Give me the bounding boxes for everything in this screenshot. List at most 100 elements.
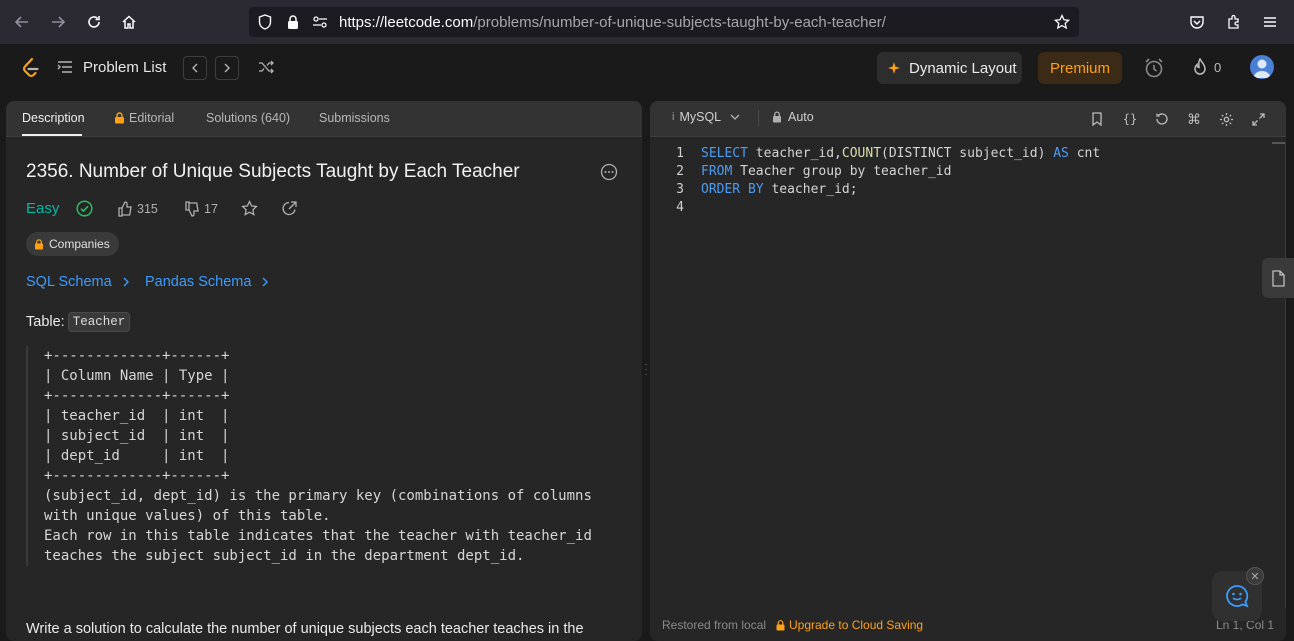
url-text[interactable]: https://leetcode.com/problems/number-of-… [339,14,886,31]
bookmark-star-icon[interactable] [1053,13,1071,31]
auto-mode-label: Auto [788,110,814,124]
editor-toolbar: i MySQL Auto {} ⌘ [650,101,1286,137]
like-button[interactable]: 315 [117,201,158,217]
reset-icon[interactable] [1152,109,1172,129]
code-text: cnt [1068,146,1101,161]
menu-icon[interactable] [1256,8,1284,36]
sql-schema-label: SQL Schema [26,274,112,290]
auto-mode-toggle[interactable]: Auto [772,110,814,124]
line-number: 2 [676,164,684,179]
chat-bot-icon [1226,585,1249,608]
table-label: Table: Teacher [26,312,131,332]
description-tabbar: Description Editorial Solutions (640) Su… [6,101,642,137]
chevron-down-icon [730,114,740,120]
shield-icon[interactable] [256,13,274,31]
bookmark-icon[interactable] [1087,109,1107,129]
shuffle-icon[interactable] [258,60,274,79]
sql-schema-link[interactable]: SQL Schema [26,274,130,290]
alarm-clock-icon[interactable] [1143,57,1165,84]
pandas-schema-link[interactable]: Pandas Schema [145,274,269,290]
schema-line: Each row in this table indicates that th… [44,528,592,544]
address-bar[interactable]: https://leetcode.com/problems/number-of-… [249,7,1079,37]
code-line-1[interactable]: SELECT teacher_id,COUNT(DISTINCT subject… [701,145,1100,163]
dynamic-layout-label: Dynamic Layout [909,59,1017,77]
format-code-icon[interactable]: {} [1120,109,1140,129]
code-line-3[interactable]: ORDER BY teacher_id; [701,181,858,199]
prev-problem-button[interactable] [183,56,207,80]
table-label-text: Table: [26,314,65,330]
premium-button[interactable]: Premium [1038,52,1122,84]
language-label: MySQL [679,110,722,124]
thumbs-down-icon [185,201,199,217]
tab-submissions[interactable]: Submissions [319,111,390,125]
schema-line: | subject_id | int | [44,428,230,444]
problem-list-link[interactable]: Problem List [83,59,166,76]
streak-count: 0 [1214,60,1222,75]
code-editor-panel: i MySQL Auto {} ⌘ 1 2 3 4 SELECT teacher… [650,101,1286,641]
share-icon[interactable] [281,200,298,222]
toolbar-divider [758,110,759,126]
line-number: 1 [676,146,684,161]
upgrade-cloud-link[interactable]: Upgrade to Cloud Saving [776,618,923,632]
schema-line: | teacher_id | int | [44,408,230,424]
code-text: teacher_id; [763,182,858,197]
chevron-right-icon [262,277,269,287]
like-count: 315 [137,202,158,216]
code-text: Teacher group by teacher_id [732,164,952,179]
lock-icon [773,111,781,123]
sql-keyword: FROM [701,164,733,179]
tab-description[interactable]: Description [22,111,85,125]
editor-scrollbar[interactable] [1272,142,1286,608]
tab-editorial[interactable]: Editorial [114,111,174,125]
notes-icon [1272,269,1285,287]
list-icon[interactable] [57,59,73,80]
panel-resize-handle[interactable]: · · · [643,360,649,382]
expand-icon[interactable] [1248,109,1268,129]
schema-block: +-------------+------+ | Column Name | T… [26,346,626,566]
sql-keyword: ORDER BY [701,182,764,197]
schema-line: +-------------+------+ [44,468,230,484]
schema-line: with unique values) of this table. [44,508,331,524]
favorite-star-icon[interactable] [241,199,258,222]
next-problem-button[interactable] [215,56,239,80]
notes-side-tab[interactable] [1262,258,1294,298]
lock-icon[interactable] [284,13,302,31]
shortcuts-icon[interactable]: ⌘ [1184,109,1204,129]
code-text: teacher_id, [747,146,842,161]
dislike-button[interactable]: 17 [184,201,218,217]
tab-editorial-label: Editorial [129,111,175,125]
companies-label: Companies [49,237,110,251]
thumbs-up-icon [118,201,132,217]
line-number: 4 [676,200,684,215]
tab-solutions[interactable]: Solutions (640) [206,111,290,125]
settings-gear-icon[interactable] [1216,109,1236,129]
pandas-schema-label: Pandas Schema [145,274,252,290]
reload-icon[interactable] [80,8,108,36]
close-chat-icon[interactable]: ✕ [1246,567,1264,585]
info-icon: i [672,111,675,123]
leetcode-logo-icon[interactable] [20,57,40,84]
dynamic-layout-button[interactable]: Dynamic Layout [877,52,1022,84]
back-icon[interactable] [8,8,36,36]
forward-icon[interactable] [44,8,72,36]
schema-line: (subject_id, dept_id) is the primary key… [44,488,592,504]
extensions-icon[interactable] [1220,8,1248,36]
url-domain: https://leetcode.com [339,14,474,31]
problem-title: 2356. Number of Unique Subjects Taught b… [26,161,520,182]
pocket-icon[interactable] [1183,8,1211,36]
permissions-icon[interactable] [311,13,329,31]
description-panel: Description Editorial Solutions (640) Su… [6,101,642,641]
avatar[interactable] [1250,55,1274,79]
chevron-left-icon [192,63,198,73]
language-select[interactable]: i MySQL [672,110,740,124]
home-icon[interactable] [115,8,143,36]
scrollbar-thumb[interactable] [1272,142,1286,144]
schema-line: | dept_id | int | [44,448,230,464]
table-name-chip: Teacher [67,312,131,332]
code-text: (DISTINCT subject_id) [881,146,1054,161]
companies-badge[interactable]: Companies [26,232,119,256]
flame-icon[interactable] [1191,57,1209,83]
more-options-icon[interactable] [600,163,618,186]
sql-function: COUNT [841,146,882,161]
code-line-2[interactable]: FROM Teacher group by teacher_id [701,163,951,181]
